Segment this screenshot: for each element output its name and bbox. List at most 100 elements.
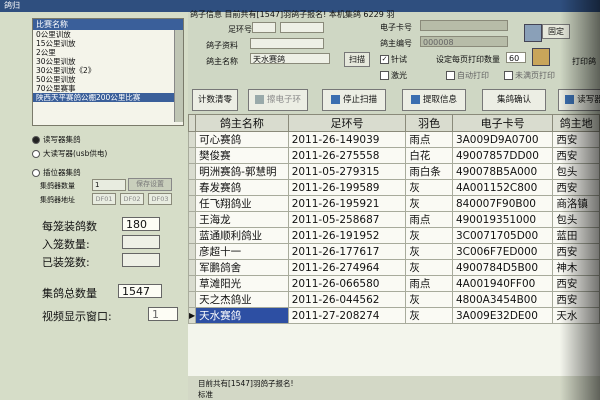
table-row[interactable]: 草滩阳光 2011-26-066580 雨点 4A001940FF00 西安	[188, 275, 600, 292]
table-cell[interactable]: 白花	[405, 147, 453, 164]
table-row[interactable]: 军鹏鸽舍 2011-26-274964 灰 4900784D5B00 神木	[188, 259, 600, 276]
loft-number-input[interactable]: 000008	[420, 36, 508, 47]
table-cell[interactable]: 2011-27-208274	[287, 307, 407, 324]
table-cell[interactable]: 490019351000	[451, 211, 554, 228]
table-cell[interactable]: 西安	[552, 275, 600, 292]
race-list-item[interactable]: 0公里训放	[33, 30, 183, 39]
race-list-item[interactable]: 陕西天平赛鸽公棚200公里比赛	[33, 93, 183, 102]
table-cell[interactable]: 雨白条	[405, 163, 453, 180]
loaded-cage-input[interactable]	[122, 253, 160, 267]
per-cage-input[interactable]: 180	[122, 217, 160, 231]
in-cage-input[interactable]	[122, 235, 160, 249]
column-header-region[interactable]: 鸽主地	[552, 114, 600, 132]
table-cell[interactable]: 西安	[552, 291, 600, 308]
address-input-2[interactable]: DF02	[120, 193, 144, 205]
row-marker[interactable]	[188, 243, 197, 260]
table-cell[interactable]: 灰	[405, 227, 453, 244]
table-cell[interactable]: 4900784D5B00	[451, 259, 554, 276]
table-row[interactable]: 王海龙 2011-05-258687 雨点 490019351000 包头	[188, 211, 600, 228]
table-cell[interactable]: 灰	[405, 243, 453, 260]
table-cell[interactable]: 彦超十一	[195, 243, 289, 260]
race-list-item[interactable]: 15公里训放	[33, 39, 183, 48]
table-cell[interactable]: 雨点	[405, 275, 453, 292]
table-cell[interactable]: 西安	[552, 147, 600, 164]
table-row[interactable]: 明洲赛鸽-郭慧明 2011-05-279315 雨白条 490078B5A000 包头	[188, 163, 600, 180]
table-cell[interactable]: 灰	[405, 307, 453, 324]
radio-big-reader[interactable]: 大读写器(usb供电)	[32, 148, 107, 160]
race-list-item[interactable]: 2公里	[33, 48, 183, 57]
table-cell[interactable]: 天水	[552, 307, 600, 324]
table-row[interactable]: 彦超十一 2011-26-177617 灰 3C006F7ED000 西安	[188, 243, 600, 260]
table-cell[interactable]: 蓝通顺利鸽业	[195, 227, 289, 244]
table-cell[interactable]: 2011-26-195921	[287, 195, 407, 212]
table-cell[interactable]: 840007F90B00	[451, 195, 554, 212]
table-cell[interactable]: 樊俊赛	[195, 147, 289, 164]
erase-chip-button[interactable]: 擦电子环	[248, 89, 308, 111]
table-cell[interactable]: 2011-05-258687	[287, 211, 407, 228]
video-window-input[interactable]: 1	[148, 307, 178, 321]
column-header-chip[interactable]: 电子卡号	[451, 114, 554, 132]
table-cell[interactable]: 3C0071705D00	[451, 227, 554, 244]
table-cell[interactable]: 2011-26-275558	[287, 147, 407, 164]
row-marker[interactable]	[188, 291, 197, 308]
needle-test-checkbox[interactable]: ✓ 针试	[380, 54, 407, 65]
race-list-item[interactable]: 50公里训放	[33, 75, 183, 84]
owner-name-input[interactable]: 天水赛鸽	[250, 53, 330, 64]
ring-number-input-b[interactable]	[280, 22, 324, 33]
stop-scan-button[interactable]: 停止扫描	[322, 89, 386, 111]
table-cell[interactable]: 西安	[552, 179, 600, 196]
reader-button[interactable]: 读写器	[558, 89, 600, 111]
row-marker[interactable]	[188, 227, 197, 244]
column-header-ring[interactable]: 足环号	[287, 114, 407, 132]
radio-slot-collect[interactable]: 插位器集鸽	[32, 167, 81, 179]
table-cell[interactable]: 灰	[405, 291, 453, 308]
print-count-input[interactable]: 60	[506, 52, 526, 63]
pigeon-info-input[interactable]	[250, 38, 324, 49]
table-cell[interactable]: 可心赛鸽	[195, 131, 289, 148]
table-cell[interactable]: 雨点	[405, 131, 453, 148]
table-row[interactable]: 可心赛鸽 2011-26-149039 雨点 3A009D9A0700 西安	[188, 131, 600, 148]
radio-reader-collect[interactable]: 读写器集鸽	[32, 134, 81, 146]
row-marker[interactable]	[188, 211, 197, 228]
race-list[interactable]: 比赛名称 0公里训放 15公里训放 2公里 30公里训放 30公里训放《2》 50公里训放…	[32, 18, 184, 126]
auto-print-checkbox[interactable]: 自动打印	[446, 70, 489, 81]
race-list-item[interactable]: 30公里训放	[33, 57, 183, 66]
confirm-collect-button[interactable]: 集鸽确认	[482, 89, 546, 111]
table-cell[interactable]: 灰	[405, 179, 453, 196]
partial-page-print-checkbox[interactable]: 未满页打印	[504, 70, 555, 81]
table-cell[interactable]: 春发赛鸽	[195, 179, 289, 196]
row-marker[interactable]	[188, 195, 197, 212]
row-marker[interactable]	[188, 131, 197, 148]
table-cell[interactable]: 包头	[552, 163, 600, 180]
table-cell[interactable]: 天水赛鸽	[195, 307, 289, 324]
table-cell[interactable]: 2011-26-274964	[287, 259, 407, 276]
table-cell[interactable]: 2011-26-066580	[287, 275, 407, 292]
table-cell[interactable]: 神木	[552, 259, 600, 276]
table-cell[interactable]: 4800A3454B00	[451, 291, 554, 308]
table-cell[interactable]: 任飞翔鸽业	[195, 195, 289, 212]
table-cell[interactable]: 3A009D9A0700	[451, 131, 554, 148]
row-marker[interactable]	[188, 259, 197, 276]
ring-number-input-a[interactable]	[252, 22, 276, 33]
address-input-1[interactable]: DF01	[92, 193, 116, 205]
reset-count-button[interactable]: 计数清零	[192, 89, 238, 111]
table-cell[interactable]: 2011-05-279315	[287, 163, 407, 180]
laser-checkbox[interactable]: 激光	[380, 70, 407, 81]
collector-count-input[interactable]: 1	[92, 179, 126, 191]
table-cell[interactable]: 西安	[552, 131, 600, 148]
table-cell[interactable]: 4A001940FF00	[451, 275, 554, 292]
table-cell[interactable]: 军鹏鸽舍	[195, 259, 289, 276]
race-list-item[interactable]: 30公里训放《2》	[33, 66, 183, 75]
table-cell[interactable]: 2011-26-199589	[287, 179, 407, 196]
table-cell[interactable]: 2011-26-149039	[287, 131, 407, 148]
table-cell[interactable]: 明洲赛鸽-郭慧明	[195, 163, 289, 180]
table-cell[interactable]: 包头	[552, 211, 600, 228]
row-marker[interactable]: ▶	[188, 307, 197, 324]
race-list-item[interactable]: 70公里赛事	[33, 84, 183, 93]
table-cell[interactable]: 2011-26-191952	[287, 227, 407, 244]
table-row[interactable]: ▶ 天水赛鸽 2011-27-208274 灰 3A009E32DE00 天水	[188, 307, 600, 324]
table-cell[interactable]: 蓝田	[552, 227, 600, 244]
scan-button[interactable]: 扫描	[344, 52, 370, 67]
pigeon-table[interactable]: 鸽主名称 足环号 羽色 电子卡号 鸽主地 可心赛鸽 2011-26-149039 雨…	[188, 114, 600, 376]
table-cell[interactable]: 西安	[552, 243, 600, 260]
